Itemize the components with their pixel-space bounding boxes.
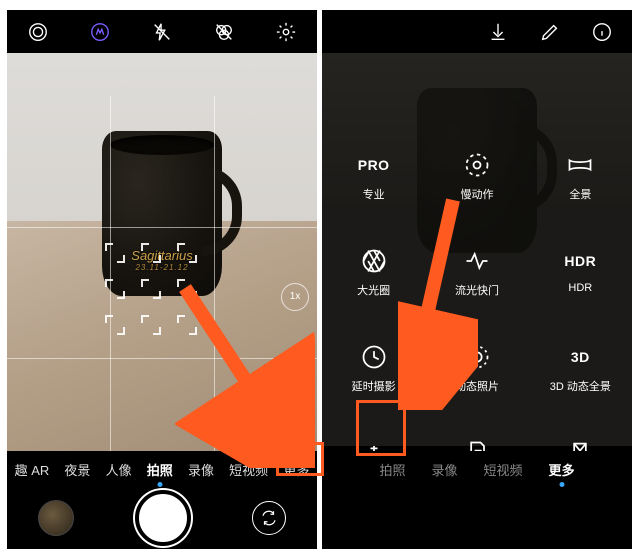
- edit-icon[interactable]: [538, 20, 562, 44]
- af-points: [105, 243, 203, 341]
- grid-line: [7, 358, 317, 359]
- label: HDR: [568, 282, 592, 294]
- label: 动态照片: [455, 378, 499, 394]
- grid-line: [214, 96, 215, 489]
- slowmo-icon: [462, 150, 492, 180]
- top-toolbar: [7, 10, 317, 53]
- shutter-row: [7, 487, 317, 549]
- hdr-icon: HDR: [565, 246, 595, 276]
- label: 大光圈: [357, 282, 390, 298]
- mode-shortvid[interactable]: 短视频: [229, 460, 268, 479]
- mode-pro[interactable]: PRO 专业: [322, 150, 425, 230]
- mode-portrait[interactable]: 人像: [106, 460, 132, 479]
- aperture-icon: [359, 246, 389, 276]
- top-toolbar: [322, 10, 632, 53]
- label: 全景: [569, 186, 591, 202]
- zoom-badge[interactable]: 1x: [281, 283, 309, 311]
- label: 专业: [363, 186, 385, 202]
- mode-panorama[interactable]: 全景: [529, 150, 632, 230]
- grid-line: [7, 227, 317, 228]
- settings-icon[interactable]: [274, 20, 298, 44]
- lightpainting-icon: [462, 246, 492, 276]
- gallery-thumbnail[interactable]: [38, 500, 74, 536]
- mode-video[interactable]: 录像: [431, 460, 457, 479]
- shutter-row: [322, 487, 632, 549]
- shutter-button[interactable]: [135, 490, 191, 546]
- label: 延时摄影: [352, 378, 396, 394]
- mode-lightpainting[interactable]: 流光快门: [425, 246, 528, 326]
- switch-camera-button[interactable]: [252, 501, 286, 535]
- panorama-icon: [565, 150, 595, 180]
- filter-off-icon[interactable]: [212, 20, 236, 44]
- mode-slowmo[interactable]: 慢动作: [425, 150, 528, 230]
- mode-strip[interactable]: 趣 AR 夜景 人像 拍照 录像 短视频 更多: [7, 451, 317, 487]
- mode-3dpano[interactable]: 3D 3D 动态全景: [529, 342, 632, 422]
- info-icon[interactable]: [590, 20, 614, 44]
- camera-app-right: PRO 专业 慢动作 全景 大光圈 流光快门 HDR HDR: [322, 10, 632, 549]
- label: 3D 动态全景: [550, 378, 611, 394]
- mode-shortvid[interactable]: 短视频: [484, 460, 523, 479]
- camera-app-left: Sagittarius 23.11-21.12 1x: [7, 10, 317, 549]
- moving-object-icon[interactable]: [26, 20, 50, 44]
- ai-icon[interactable]: [88, 20, 112, 44]
- download-icon[interactable]: [486, 20, 510, 44]
- mode-photo[interactable]: 拍照: [379, 460, 405, 479]
- mode-more[interactable]: 更多: [549, 460, 575, 479]
- mode-ar[interactable]: 趣 AR: [15, 460, 50, 479]
- pro-icon: PRO: [359, 150, 389, 180]
- 3d-icon: 3D: [565, 342, 595, 372]
- livephoto-icon: [462, 342, 492, 372]
- flash-off-icon[interactable]: [150, 20, 174, 44]
- mode-photo[interactable]: 拍照: [147, 460, 173, 479]
- timelapse-icon: [359, 342, 389, 372]
- mode-hdr[interactable]: HDR HDR: [529, 246, 632, 326]
- mode-night[interactable]: 夜景: [64, 460, 90, 479]
- label: 流光快门: [455, 282, 499, 298]
- mode-aperture[interactable]: 大光圈: [322, 246, 425, 326]
- label: 慢动作: [460, 186, 493, 202]
- annotation-box-more: [276, 442, 324, 476]
- mode-strip[interactable]: 拍照 录像 短视频 更多: [322, 451, 632, 487]
- mode-livephoto[interactable]: 动态照片: [425, 342, 528, 422]
- viewfinder[interactable]: Sagittarius 23.11-21.12 1x: [7, 53, 317, 446]
- mode-video[interactable]: 录像: [188, 460, 214, 479]
- annotation-box-watermark: [356, 400, 406, 456]
